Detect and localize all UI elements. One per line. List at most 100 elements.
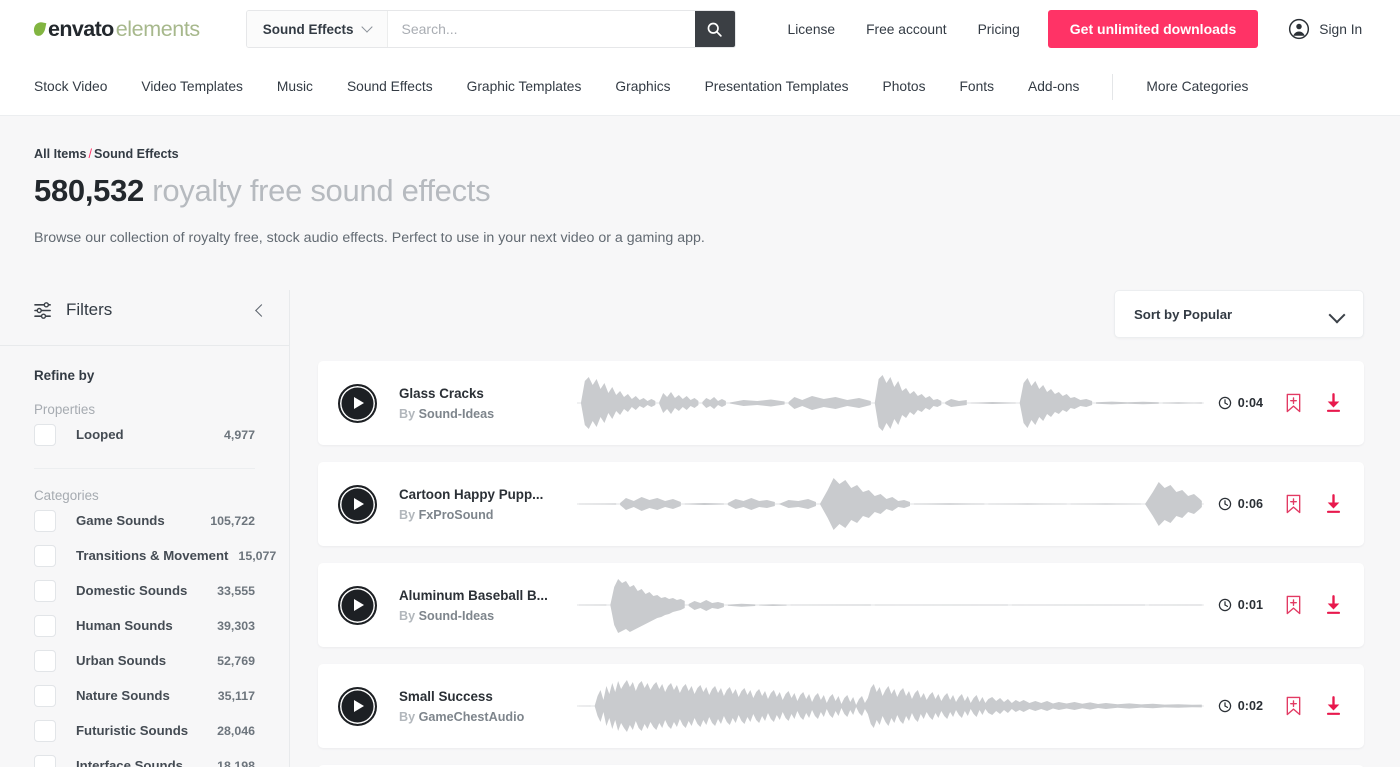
checkbox-futuristic-sounds[interactable] bbox=[34, 719, 56, 742]
header-link-license[interactable]: License bbox=[788, 22, 836, 37]
main-layout: Filters Refine by Properties Looped 4,97… bbox=[0, 290, 1400, 767]
sound-result-row[interactable]: Small Success By GameChestAudio 0:02 bbox=[318, 664, 1364, 748]
download-button[interactable] bbox=[1324, 595, 1343, 615]
refine-by-label: Refine by bbox=[34, 368, 95, 383]
row-actions: 0:06 bbox=[1218, 494, 1343, 514]
duration-label: 0:02 bbox=[1237, 699, 1263, 713]
envato-elements-logo[interactable]: envato elements bbox=[32, 17, 200, 41]
page-description: Browse our collection of royalty free, s… bbox=[34, 230, 705, 246]
checkbox-urban-sounds[interactable] bbox=[34, 649, 56, 672]
chevron-down-icon bbox=[363, 23, 372, 32]
filter-label-interface-sounds: Interface Sounds bbox=[76, 758, 183, 767]
save-to-collection-button[interactable] bbox=[1285, 494, 1302, 514]
sound-title[interactable]: Cartoon Happy Pupp... bbox=[399, 487, 559, 502]
nav-item-add-ons[interactable]: Add-ons bbox=[1011, 79, 1096, 94]
filter-label-game-sounds: Game Sounds bbox=[76, 513, 165, 528]
nav-item-music[interactable]: Music bbox=[260, 79, 330, 94]
waveform-graphic bbox=[577, 375, 1204, 431]
header-link-pricing[interactable]: Pricing bbox=[978, 22, 1020, 37]
sound-author[interactable]: GameChestAudio bbox=[419, 710, 525, 724]
sound-author-line: By FxProSound bbox=[399, 508, 559, 522]
chevron-down-icon bbox=[1329, 309, 1345, 319]
header-links: License Free account Pricing bbox=[788, 22, 1020, 37]
nav-item-graphics[interactable]: Graphics bbox=[598, 79, 687, 94]
nav-item-video-templates[interactable]: Video Templates bbox=[124, 79, 260, 94]
search-category-dropdown[interactable]: Sound Effects bbox=[246, 11, 388, 47]
sort-dropdown[interactable]: Sort by Popular bbox=[1114, 290, 1364, 338]
checkbox-transitions-movement[interactable] bbox=[34, 544, 56, 567]
download-button[interactable] bbox=[1324, 393, 1343, 413]
sound-title[interactable]: Aluminum Baseball B... bbox=[399, 588, 559, 603]
checkbox-domestic-sounds[interactable] bbox=[34, 579, 56, 602]
filter-row-futuristic-sounds[interactable]: Futuristic Sounds 28,046 bbox=[0, 713, 289, 748]
sound-title[interactable]: Small Success bbox=[399, 689, 559, 704]
save-to-collection-button[interactable] bbox=[1285, 595, 1302, 615]
waveform[interactable] bbox=[577, 678, 1204, 734]
filter-label-urban-sounds: Urban Sounds bbox=[76, 653, 167, 668]
get-unlimited-downloads-button[interactable]: Get unlimited downloads bbox=[1047, 10, 1259, 48]
waveform[interactable] bbox=[577, 577, 1204, 633]
chevron-left-icon[interactable] bbox=[253, 303, 267, 317]
results-list: Glass Cracks By Sound-Ideas 0:04 Cartoon… bbox=[318, 361, 1364, 767]
sound-result-row[interactable]: Glass Cracks By Sound-Ideas 0:04 bbox=[318, 361, 1364, 445]
sound-author[interactable]: Sound-Ideas bbox=[419, 407, 495, 421]
nav-item-presentation-templates[interactable]: Presentation Templates bbox=[688, 79, 866, 94]
sound-result-row[interactable]: Aluminum Baseball B... By Sound-Ideas 0:… bbox=[318, 563, 1364, 647]
filter-row-game-sounds[interactable]: Game Sounds 105,722 bbox=[0, 503, 289, 538]
filter-count-human-sounds: 39,303 bbox=[217, 618, 255, 633]
filter-row-looped[interactable]: Looped 4,977 bbox=[0, 417, 289, 452]
results-panel: Sort by Popular Glass Cracks By Sound-Id… bbox=[290, 290, 1400, 767]
nav-item-sound-effects[interactable]: Sound Effects bbox=[330, 79, 450, 94]
header-link-free-account[interactable]: Free account bbox=[866, 22, 947, 37]
nav-item-fonts[interactable]: Fonts bbox=[943, 79, 1012, 94]
play-icon bbox=[354, 700, 364, 712]
nav-item-stock-video[interactable]: Stock Video bbox=[34, 79, 124, 94]
sort-label: Sort by Popular bbox=[1134, 306, 1233, 322]
play-button[interactable] bbox=[338, 484, 377, 524]
user-avatar-icon bbox=[1289, 18, 1310, 40]
sound-author[interactable]: FxProSound bbox=[419, 508, 494, 522]
download-button[interactable] bbox=[1324, 494, 1343, 514]
waveform[interactable] bbox=[577, 476, 1204, 532]
filter-row-urban-sounds[interactable]: Urban Sounds 52,769 bbox=[0, 643, 289, 678]
filter-row-domestic-sounds[interactable]: Domestic Sounds 33,555 bbox=[0, 573, 289, 608]
download-button[interactable] bbox=[1324, 696, 1343, 716]
sign-in-label: Sign In bbox=[1319, 21, 1363, 37]
sound-title[interactable]: Glass Cracks bbox=[399, 386, 559, 401]
bookmark-add-icon bbox=[1286, 595, 1301, 615]
filter-row-interface-sounds[interactable]: Interface Sounds 18,198 bbox=[0, 748, 289, 767]
sound-author-line: By Sound-Ideas bbox=[399, 609, 559, 623]
checkbox-nature-sounds[interactable] bbox=[34, 684, 56, 707]
search-submit-button[interactable] bbox=[694, 11, 735, 47]
sign-in-button[interactable]: Sign In bbox=[1288, 18, 1362, 40]
breadcrumb-all-items[interactable]: All Items bbox=[34, 147, 87, 161]
save-to-collection-button[interactable] bbox=[1285, 696, 1302, 716]
checkbox-human-sounds[interactable] bbox=[34, 614, 56, 637]
sound-author-line: By Sound-Ideas bbox=[399, 407, 559, 421]
filter-group-spacer bbox=[0, 452, 289, 468]
waveform-graphic bbox=[577, 478, 1204, 530]
nav-item-graphic-templates[interactable]: Graphic Templates bbox=[450, 79, 599, 94]
sound-author-line: By GameChestAudio bbox=[399, 710, 559, 724]
filter-label-futuristic-sounds: Futuristic Sounds bbox=[76, 723, 189, 738]
checkbox-game-sounds[interactable] bbox=[34, 509, 56, 532]
play-button[interactable] bbox=[338, 686, 377, 726]
sound-author[interactable]: Sound-Ideas bbox=[419, 609, 495, 623]
play-button[interactable] bbox=[338, 383, 377, 423]
checkbox-looped[interactable] bbox=[34, 423, 56, 446]
filter-row-human-sounds[interactable]: Human Sounds 39,303 bbox=[0, 608, 289, 643]
nav-item-more-categories[interactable]: More Categories bbox=[1129, 79, 1265, 94]
by-prefix: By bbox=[399, 709, 416, 724]
leaf-icon bbox=[32, 21, 47, 37]
play-button[interactable] bbox=[338, 585, 377, 625]
filter-count-futuristic-sounds: 28,046 bbox=[217, 723, 255, 738]
waveform[interactable] bbox=[577, 375, 1204, 431]
filter-row-transitions-movement[interactable]: Transitions & Movement 15,077 bbox=[0, 538, 289, 573]
search-input[interactable] bbox=[387, 11, 695, 47]
save-to-collection-button[interactable] bbox=[1285, 393, 1302, 413]
checkbox-interface-sounds[interactable] bbox=[34, 754, 56, 767]
duration-group: 0:04 bbox=[1218, 396, 1263, 410]
filter-row-nature-sounds[interactable]: Nature Sounds 35,117 bbox=[0, 678, 289, 713]
nav-item-photos[interactable]: Photos bbox=[866, 79, 943, 94]
sound-result-row[interactable]: Cartoon Happy Pupp... By FxProSound 0:06 bbox=[318, 462, 1364, 546]
